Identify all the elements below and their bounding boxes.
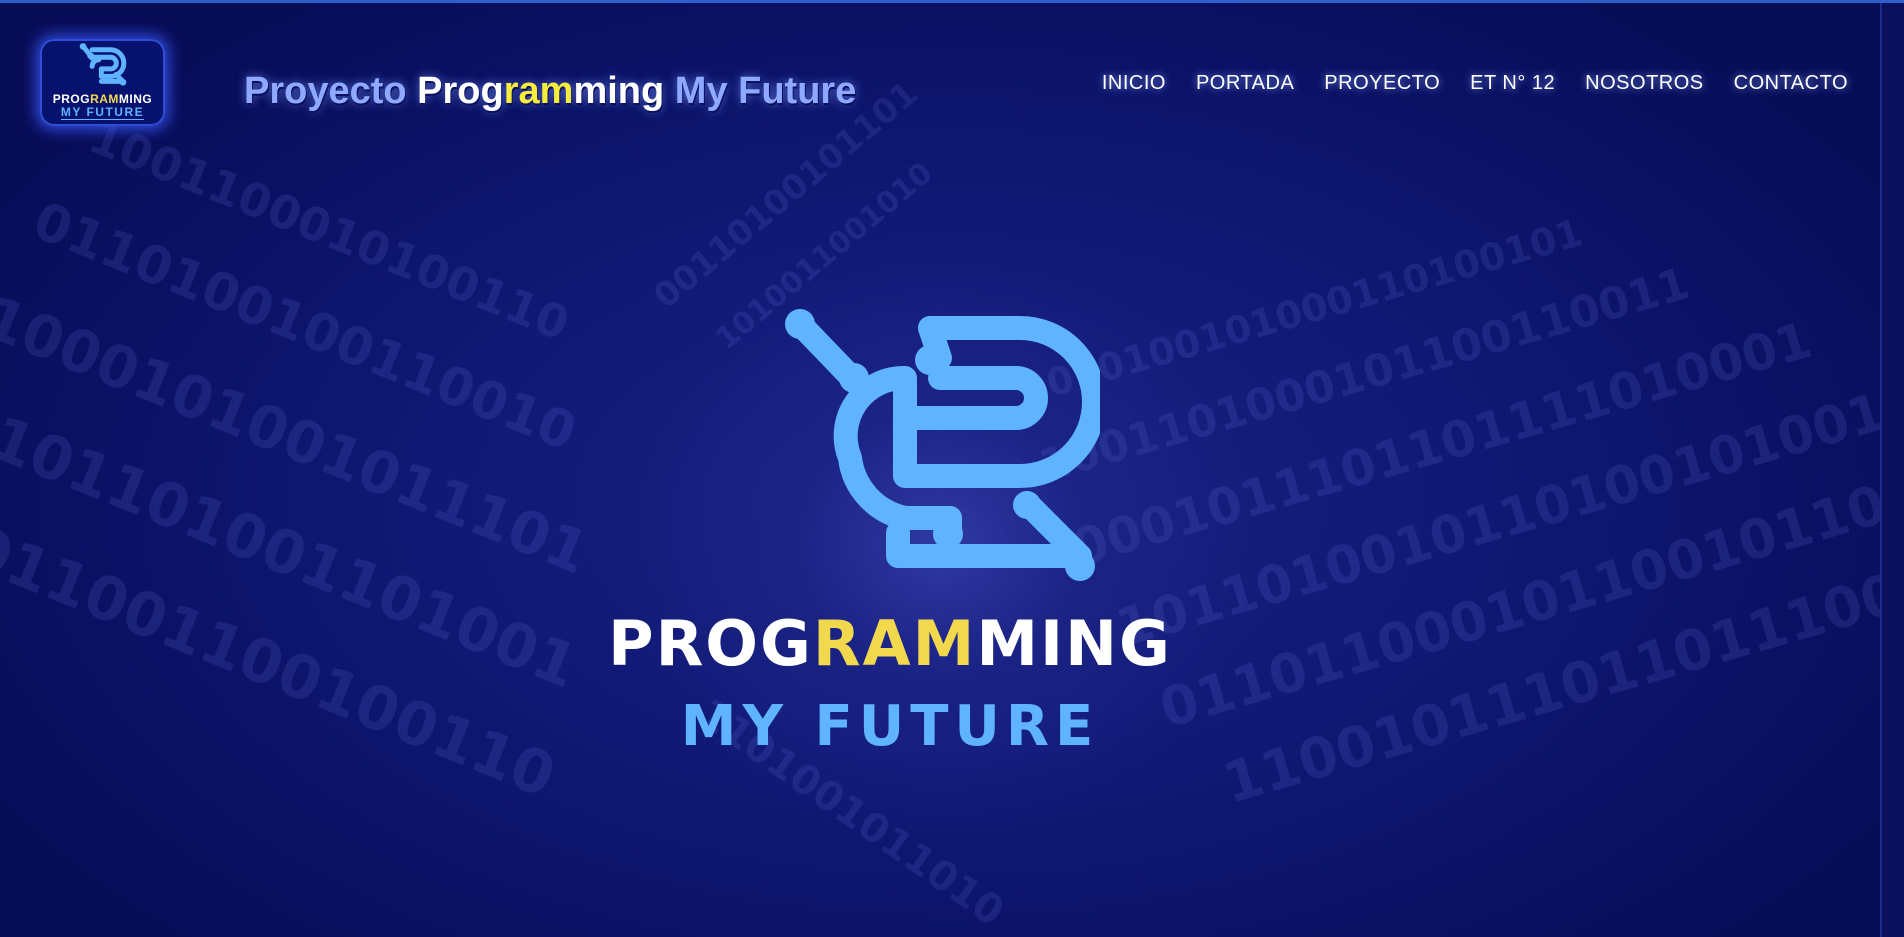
nav-inicio[interactable]: INICIO xyxy=(1102,69,1166,97)
nav-nosotros[interactable]: NOSOTROS xyxy=(1585,69,1703,97)
header-logo[interactable]: PROGRAMMING MY FUTURE xyxy=(40,39,165,126)
hero-subtitle: MY FUTURE xyxy=(680,694,1100,759)
hero-wordmark: PROGRAMMING xyxy=(608,607,1172,680)
nav-proyecto[interactable]: PROYECTO xyxy=(1324,69,1440,97)
nav-contacto[interactable]: CONTACTO xyxy=(1734,69,1848,97)
circuit-p-logo-icon xyxy=(785,309,1100,581)
badge-wordmark: PROGRAMMING xyxy=(52,92,153,106)
main-nav: INICIO PORTADA PROYECTO ET N° 12 NOSOTRO… xyxy=(1102,69,1848,97)
circuit-logo-icon xyxy=(79,43,127,86)
badge-subtitle: MY FUTURE xyxy=(60,105,145,120)
right-frame-edge xyxy=(1880,3,1904,937)
nav-portada[interactable]: PORTADA xyxy=(1196,69,1294,97)
nav-et-12[interactable]: ET N° 12 xyxy=(1470,69,1555,97)
site-title: Proyecto Programming My Future xyxy=(244,70,857,112)
hero-banner: 010100101000110100101 100110100010110011… xyxy=(0,0,1904,937)
